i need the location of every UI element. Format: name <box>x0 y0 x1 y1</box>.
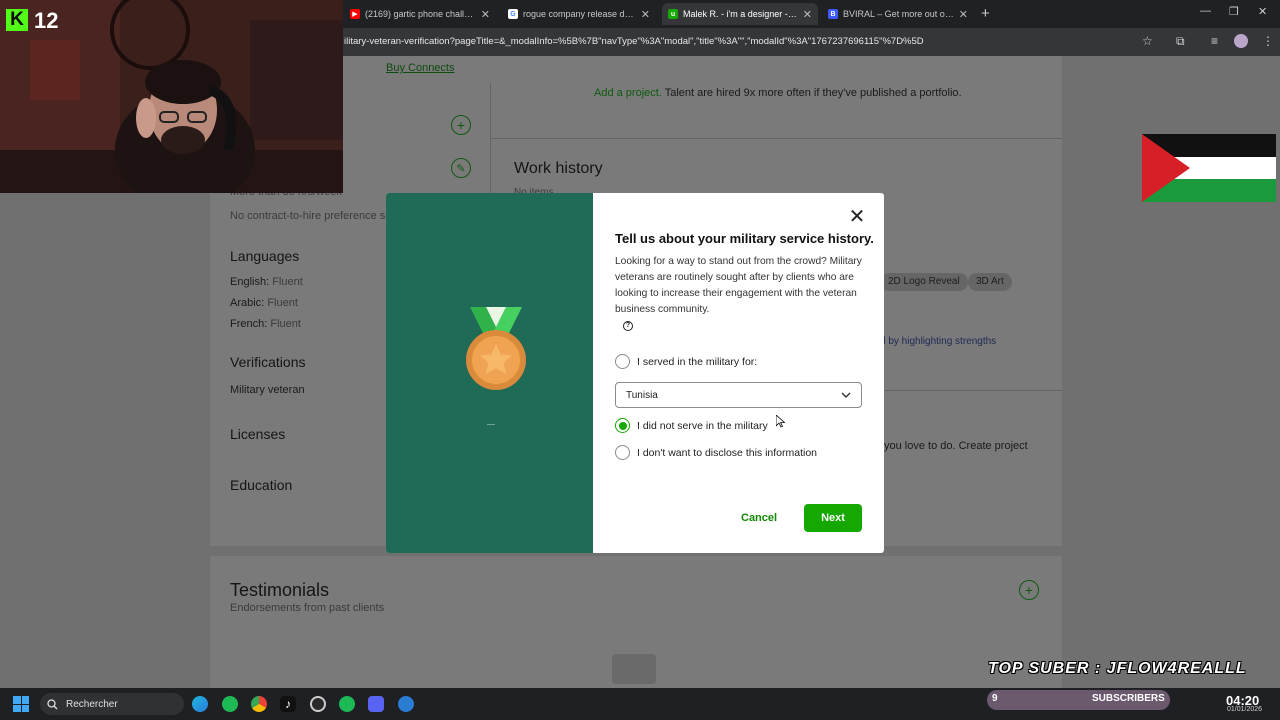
tab-bviral[interactable]: B BVIRAL – Get more out of every ✕ <box>822 3 974 25</box>
licenses-title: Licenses <box>230 426 286 442</box>
close-tab-icon[interactable]: ✕ <box>641 8 650 21</box>
close-icon[interactable]: ✕ <box>848 207 866 227</box>
education-title: Education <box>230 477 293 493</box>
testimonials-subtitle: Endorsements from past clients <box>230 602 385 614</box>
cancel-button[interactable]: Cancel <box>741 504 777 532</box>
upwork-icon: u <box>668 9 678 19</box>
modal-illustration-panel <box>386 193 593 553</box>
radio-label: I served in the military for: <box>637 355 758 368</box>
tab-title: (2169) gartic phone challenge - <box>365 9 476 19</box>
carousel-indicator <box>487 424 495 425</box>
bviral-icon: B <box>828 9 838 19</box>
minimize-icon[interactable]: — <box>1200 5 1211 17</box>
add-project-hint: Talent are hired 9x more often if they'v… <box>661 87 962 99</box>
language-item: English: Fluent <box>230 276 303 288</box>
tiktok-icon[interactable]: ♪ <box>280 696 296 712</box>
edge-icon[interactable] <box>192 696 208 712</box>
extensions-icon[interactable]: ⧉ <box>1176 34 1185 49</box>
radio-did-not-serve[interactable]: I did not serve in the military <box>615 418 768 433</box>
buy-connects-link[interactable]: Buy Connects <box>386 62 454 74</box>
military-service-modal: ✕ Tell us about your military service hi… <box>386 193 884 553</box>
medal-icon <box>466 307 526 390</box>
tab-google[interactable]: G rogue company release date - G ✕ <box>502 3 656 25</box>
subscribers-count: 9 <box>992 693 998 704</box>
modal-description: Looking for a way to stand out from the … <box>615 256 862 315</box>
highlight-strengths-text: d by highlighting strengths <box>880 336 997 347</box>
youtube-icon: ▶ <box>350 9 360 19</box>
skill-tag[interactable]: 3D Art <box>968 273 1012 291</box>
verifications-title: Verifications <box>230 354 306 370</box>
profile-avatar[interactable] <box>1234 34 1248 48</box>
add-testimonial-button[interactable]: + <box>1019 580 1039 600</box>
tab-title: Malek R. - i'm a designer - Upw <box>683 9 798 19</box>
obs-icon[interactable] <box>310 696 326 712</box>
tab-search-icon[interactable]: ≡ <box>1211 34 1218 48</box>
add-button[interactable]: + <box>451 115 471 135</box>
taskbar-search[interactable]: Rechercher <box>40 693 184 715</box>
language-item: Arabic: Fluent <box>230 297 298 309</box>
radio-label: I did not serve in the military <box>637 419 768 432</box>
modal-content: ✕ Tell us about your military service hi… <box>593 193 884 553</box>
tab-upwork[interactable]: u Malek R. - i'm a designer - Upw ✕ <box>662 3 818 25</box>
section-divider <box>490 138 1062 139</box>
skill-tag[interactable]: 2D Logo Reveal <box>880 273 968 291</box>
top-suber-overlay: TOP SUBER : JFLOW4REALLL <box>988 660 1247 677</box>
radio-label: I don't want to disclose this informatio… <box>637 446 818 459</box>
new-tab-button[interactable]: + <box>981 5 990 22</box>
maximize-icon[interactable]: ❐ <box>1229 5 1239 18</box>
footer-illustration <box>612 654 656 684</box>
chrome-icon[interactable] <box>251 696 267 712</box>
next-button[interactable]: Next <box>804 504 862 532</box>
bookmark-star-icon[interactable]: ☆ <box>1142 34 1153 48</box>
discord-icon[interactable] <box>368 696 384 712</box>
search-placeholder: Rechercher <box>66 698 118 710</box>
kick-logo: K <box>6 9 28 31</box>
radio-button[interactable] <box>615 445 630 460</box>
windows-start-icon[interactable] <box>13 696 29 712</box>
country-select[interactable]: Tunisia <box>615 382 862 408</box>
menu-icon[interactable]: ⋮ <box>1262 34 1274 48</box>
spotify-icon[interactable] <box>339 696 355 712</box>
close-window-icon[interactable]: ✕ <box>1258 5 1267 18</box>
clock-date: 01/01/2026 <box>1227 706 1263 713</box>
google-icon: G <box>508 9 518 19</box>
search-icon <box>47 698 58 709</box>
close-tab-icon[interactable]: ✕ <box>959 8 968 21</box>
mouse-cursor-icon <box>776 415 785 428</box>
chevron-down-icon <box>841 392 851 398</box>
close-tab-icon[interactable]: ✕ <box>803 8 812 21</box>
radio-served-military[interactable]: I served in the military for: <box>615 354 757 369</box>
help-icon[interactable]: ? <box>623 321 633 331</box>
modal-title: Tell us about your military service hist… <box>615 231 874 246</box>
webcam-overlay: K 12 <box>0 0 343 193</box>
subscribers-label: SUBSCRIBERS <box>1092 693 1165 704</box>
app-icon[interactable] <box>398 696 414 712</box>
work-history-title: Work history <box>514 160 603 177</box>
tab-youtube[interactable]: ▶ (2169) gartic phone challenge - ✕ <box>344 3 496 25</box>
radio-dont-disclose[interactable]: I don't want to disclose this informatio… <box>615 445 817 460</box>
radio-button[interactable] <box>615 354 630 369</box>
close-tab-icon[interactable]: ✕ <box>481 8 490 21</box>
viewer-count: 12 <box>34 8 59 33</box>
url-text[interactable]: ilitary-veteran-verification?pageTitle=&… <box>344 36 924 47</box>
spotify-icon[interactable] <box>222 696 238 712</box>
language-item: French: Fluent <box>230 318 301 330</box>
contract-preference: No contract-to-hire preference set <box>230 210 395 222</box>
country-select-value: Tunisia <box>626 389 658 401</box>
tab-title: BVIRAL – Get more out of every <box>843 9 954 19</box>
palestine-flag-image <box>1142 134 1276 202</box>
edit-pencil-icon[interactable]: ✎ <box>451 158 471 178</box>
radio-button-checked[interactable] <box>615 418 630 433</box>
testimonials-title: Testimonials <box>230 580 330 600</box>
military-veteran-label: Military veteran <box>230 384 305 396</box>
add-project-link[interactable]: Add a project. <box>594 87 662 99</box>
tab-title: rogue company release date - G <box>523 9 636 19</box>
create-project-text: you love to do. Create project <box>884 440 1028 452</box>
languages-title: Languages <box>230 248 300 264</box>
add-project-text: Add a project. Talent are hired 9x more … <box>594 87 962 99</box>
